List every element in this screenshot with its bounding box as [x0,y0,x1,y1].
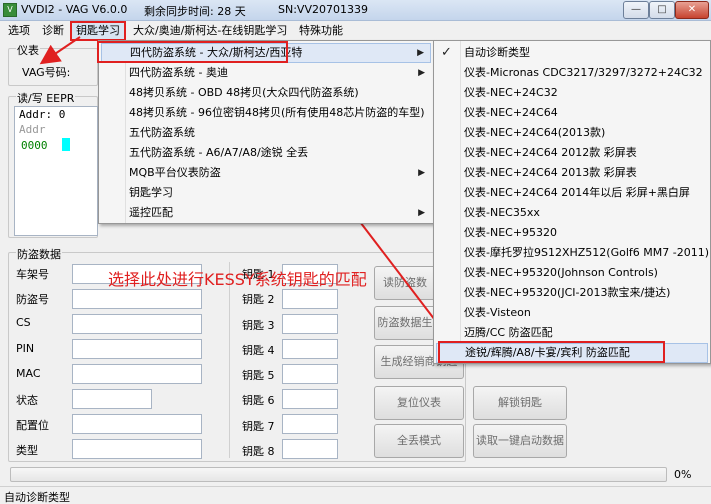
submenu-item-nec-24c64-2013-color[interactable]: 仪表-NEC+24C64 2013款 彩屏表 [436,163,708,183]
menu-item-immo5[interactable]: 五代防盗系统 [101,123,431,143]
submenu-arrow-icon: ▶ [417,48,424,58]
submenu-item-nec-24c64-2012-color[interactable]: 仪表-NEC+24C64 2012款 彩屏表 [436,143,708,163]
submenu-arrow-icon: ▶ [418,168,425,178]
menu-item-label: 48拷贝系统 - OBD 48拷贝(大众四代防盗系统) [129,86,359,99]
menu-item-label: MQB平台仪表防盗 [129,166,221,179]
menu-item-remote[interactable]: 遥控匹配 ▶ [101,203,431,223]
submenu-arrow-icon: ▶ [418,208,425,218]
menu-item-label: 遥控匹配 [129,206,173,219]
submenu-item-magotan-cc[interactable]: 迈腾/CC 防盗匹配 [436,323,708,343]
submenu-item-motorola[interactable]: 仪表-摩托罗拉9S12XHZ512(Golf6 MM7 -2011) [436,243,709,263]
menu-item-48-obd[interactable]: 48拷贝系统 - OBD 48拷贝(大众四代防盗系统) [101,83,431,103]
menu-item-label: 五代防盗系统 - A6/A7/A8/途锐 全丢 [129,146,309,159]
menu-item-label: 五代防盗系统 [129,126,195,139]
arrow-to-menu [39,36,81,65]
progress-bar [10,467,667,482]
menu-item-immo4-audi[interactable]: 四代防盗系统 - 奥迪 ▶ [101,63,431,83]
menu-item-48-96bit[interactable]: 48拷贝系统 - 96位密钥48拷贝(所有使用48芯片防盗的车型) [101,103,431,123]
highlight-box-submenu [438,341,665,363]
submenu-item-nec-95320-jci[interactable]: 仪表-NEC+95320(JCI-2013款宝来/捷达) [436,283,708,303]
status-bar: 自动诊断类型 [0,486,711,504]
menu-item-key-learning[interactable]: 钥匙学习 [101,183,431,203]
submenu-item-nec-24c64-2014[interactable]: 仪表-NEC+24C64 2014年以后 彩屏+黑白屏 [436,183,708,203]
menu-item-immo5-akl[interactable]: 五代防盗系统 - A6/A7/A8/途锐 全丢 [101,143,431,163]
key-learning-dropdown: 四代防盗系统 - 大众/斯柯达/西亚特 ▶ 四代防盗系统 - 奥迪 ▶ 48拷贝系统… [98,40,434,224]
submenu-item-nec-95320-johnson[interactable]: 仪表-NEC+95320(Johnson Controls) [436,263,708,283]
instrument-type-submenu: ✓ 自动诊断类型 仪表-Micronas CDC3217/3297/3272+2… [433,40,711,364]
menu-item-label: 四代防盗系统 - 奥迪 [129,66,228,79]
menu-item-label: 48拷贝系统 - 96位密钥48拷贝(所有使用48芯片防盗的车型) [129,106,425,119]
menu-item-mqb[interactable]: MQB平台仪表防盗 ▶ [101,163,431,183]
progress-label: 0% [674,468,692,481]
submenu-item-nec-24c32[interactable]: 仪表-NEC+24C32 [436,83,708,103]
status-text: 自动诊断类型 [4,491,70,504]
highlight-box-menu1 [97,41,288,63]
submenu-item-nec35xx[interactable]: 仪表-NEC35xx [436,203,708,223]
submenu-item-nec-24c64[interactable]: 仪表-NEC+24C64 [436,103,708,123]
menu-item-label: 钥匙学习 [129,186,173,199]
submenu-item-nec-24c64-2013[interactable]: 仪表-NEC+24C64(2013款) [436,123,708,143]
submenu-item-micronas[interactable]: 仪表-Micronas CDC3217/3297/3272+24C32 [436,63,708,83]
submenu-item-auto[interactable]: 自动诊断类型 [436,43,708,63]
submenu-item-visteon[interactable]: 仪表-Visteon [436,303,708,323]
submenu-arrow-icon: ▶ [418,68,425,78]
submenu-item-nec-95320[interactable]: 仪表-NEC+95320 [436,223,708,243]
